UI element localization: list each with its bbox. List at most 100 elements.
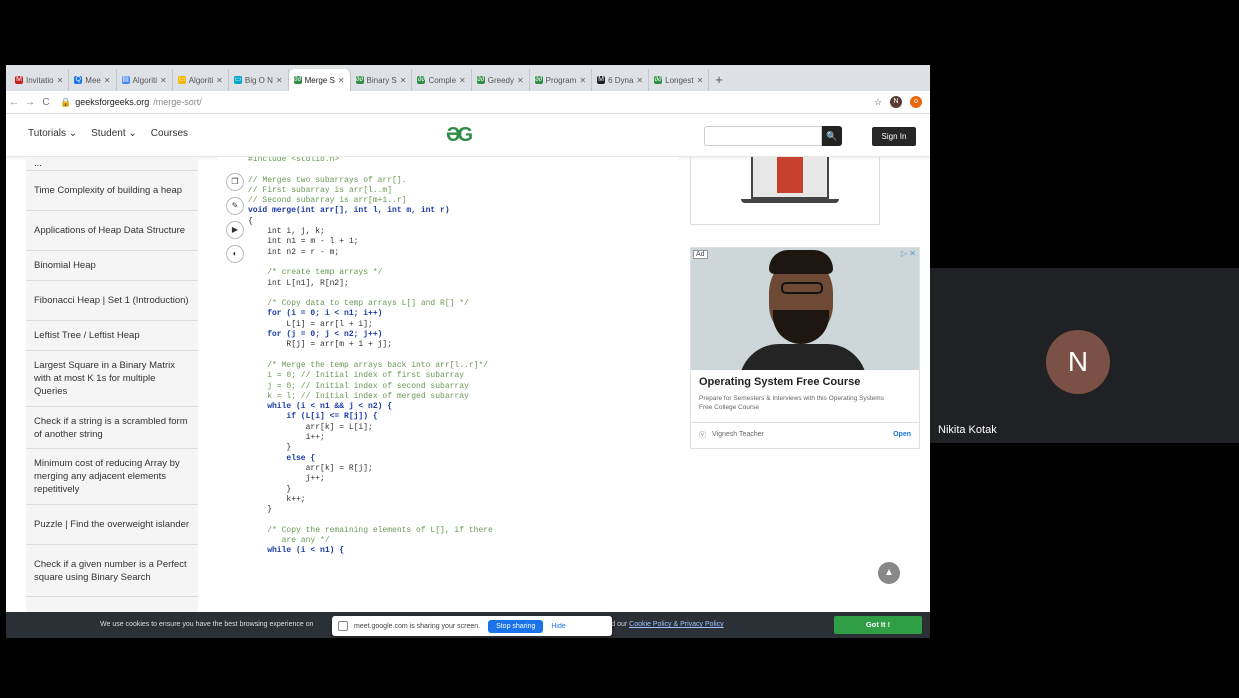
code-line: int L[n1], R[n2]; bbox=[248, 278, 349, 288]
code-line: i = 0; // Initial index of first subarra… bbox=[248, 371, 465, 381]
sidebar-item[interactable]: ... bbox=[26, 157, 198, 171]
sidebar-item[interactable]: Check if a given number is a Perfect squ… bbox=[26, 545, 198, 597]
code-line: } bbox=[248, 443, 292, 453]
theme-toggle-icon[interactable]: ◐ bbox=[226, 245, 244, 263]
tab-favicon-icon: M bbox=[15, 76, 23, 84]
browser-tab[interactable]: ∂∂ Merge S ✕ bbox=[288, 69, 351, 91]
stop-sharing-button[interactable]: Stop sharing bbox=[488, 619, 544, 633]
sidebar-item[interactable]: Binomial Heap bbox=[26, 251, 198, 281]
nav-tutorials[interactable]: Tutorials ⌄ bbox=[28, 128, 77, 139]
gfg-logo[interactable]: ƏG bbox=[446, 124, 473, 147]
tab-label: Longest bbox=[665, 75, 694, 85]
scroll-to-top-button[interactable]: ▲ bbox=[878, 562, 900, 584]
browser-tab[interactable]: ∂∂ Comple ✕ bbox=[412, 69, 472, 91]
browser-tab[interactable]: M Invitatio ✕ bbox=[10, 69, 70, 91]
sidebar-item[interactable]: Check if a string is a scrambled form of… bbox=[26, 407, 198, 449]
browser-tab[interactable]: ∂∂ Program ✕ bbox=[530, 69, 593, 91]
code-line: int i, j, k; bbox=[248, 227, 325, 237]
tab-close-icon[interactable]: ✕ bbox=[160, 76, 167, 85]
ad-title[interactable]: Operating System Free Course bbox=[699, 376, 860, 388]
copy-icon[interactable]: ❐ bbox=[226, 173, 244, 191]
code-line: // Second subarray is arr[m+1..r] bbox=[248, 196, 407, 206]
tab-close-icon[interactable]: ✕ bbox=[579, 76, 586, 85]
tab-favicon-icon: ▭ bbox=[233, 76, 242, 84]
ad-close-icon[interactable]: ▷ ✕ bbox=[901, 249, 916, 258]
extension-icon[interactable]: o bbox=[910, 96, 922, 108]
ad-image: Ad ▷ ✕ bbox=[691, 248, 919, 370]
code-block: ❐ ✎ ▶ ◐ #include <stdlib.h> // Merges tw… bbox=[218, 157, 678, 612]
profile-avatar-icon[interactable]: N bbox=[890, 96, 902, 108]
browser-tab[interactable]: M6 Dyna ✕ bbox=[592, 69, 650, 91]
browser-tab[interactable]: Q Mee ✕ bbox=[69, 69, 117, 91]
reload-icon[interactable]: C bbox=[38, 97, 54, 108]
tab-favicon-icon: M bbox=[597, 76, 606, 84]
tab-close-icon[interactable]: ✕ bbox=[57, 76, 64, 85]
share-indicator-icon bbox=[338, 621, 348, 631]
sidebar: ... Time Complexity of building a heap App… bbox=[26, 157, 198, 612]
nav-student[interactable]: Student ⌄ bbox=[91, 128, 137, 139]
sidebar-item[interactable]: Fibonacci Heap | Set 1 (Introduction) bbox=[26, 281, 198, 321]
code-line: /* Copy data to temp arrays L[] and R[] … bbox=[248, 299, 469, 309]
tab-label: Algoriti bbox=[188, 75, 214, 85]
search-input[interactable] bbox=[704, 126, 822, 146]
nav-courses[interactable]: Courses bbox=[151, 128, 188, 139]
ad-open-button[interactable]: Open bbox=[893, 431, 911, 438]
ad-footer: ⓥ Vignesh Teacher Open bbox=[691, 422, 919, 446]
edit-icon[interactable]: ✎ bbox=[226, 197, 244, 215]
code-line: } bbox=[248, 505, 273, 515]
cookie-policy-link[interactable]: Cookie Policy & Privacy Policy bbox=[629, 621, 724, 628]
browser-tab[interactable]: ▭ Big O N ✕ bbox=[229, 69, 289, 91]
cookie-policy: stood our Cookie Policy & Privacy Policy bbox=[598, 621, 724, 628]
search-icon[interactable]: 🔍 bbox=[822, 126, 842, 146]
sidebar-item[interactable]: Applications of Heap Data Structure bbox=[26, 211, 198, 251]
browser-tab[interactable]: ▭ Algoriti ✕ bbox=[173, 69, 229, 91]
tab-favicon-icon: ∂∂ bbox=[417, 76, 426, 84]
shared-screen: M Invitatio ✕ Q Mee ✕ ▤ Algoriti ✕ ▭ Algoriti ✕ ▭ Big… bbox=[6, 65, 930, 638]
browser-tab[interactable]: ▤ Algoriti ✕ bbox=[117, 69, 173, 91]
code-line: arr[k] = R[j]; bbox=[248, 463, 373, 473]
tab-favicon-icon: ∂∂ bbox=[355, 76, 364, 84]
participant-tile[interactable]: N Nikita Kotak bbox=[930, 268, 1239, 443]
code-line: L[i] = arr[l + i]; bbox=[248, 319, 373, 329]
code-line: #include <stdlib.h> bbox=[248, 157, 340, 164]
hide-button[interactable]: Hide bbox=[551, 623, 565, 630]
got-it-button[interactable]: Got It ! bbox=[834, 616, 922, 634]
sidebar-item[interactable]: Time Complexity of building a heap bbox=[26, 171, 198, 211]
sidebar-item[interactable]: Leftist Tree / Leftist Heap bbox=[26, 321, 198, 351]
laptop-base bbox=[741, 199, 839, 203]
tab-close-icon[interactable]: ✕ bbox=[459, 76, 466, 85]
tab-close-icon[interactable]: ✕ bbox=[216, 76, 223, 85]
tab-close-icon[interactable]: ✕ bbox=[697, 76, 704, 85]
run-icon[interactable]: ▶ bbox=[226, 221, 244, 239]
browser-tab[interactable]: ∂∂ Longest ✕ bbox=[649, 69, 710, 91]
tab-close-icon[interactable]: ✕ bbox=[104, 76, 111, 85]
tab-close-icon[interactable]: ✕ bbox=[400, 76, 407, 85]
back-icon[interactable]: ← bbox=[6, 97, 22, 108]
tab-favicon-icon: ∂∂ bbox=[293, 76, 302, 84]
ad-card[interactable]: Ad ▷ ✕ Operating System Free Course Prep… bbox=[690, 247, 920, 449]
code-line: /* create temp arrays */ bbox=[248, 268, 383, 278]
tab-close-icon[interactable]: ✕ bbox=[636, 76, 643, 85]
tab-close-icon[interactable]: ✕ bbox=[276, 76, 283, 85]
sign-in-button[interactable]: Sign In bbox=[872, 127, 916, 146]
tab-favicon-icon: ∂∂ bbox=[654, 76, 663, 84]
code-line: /* Merge the temp arrays back into arr[l… bbox=[248, 360, 489, 370]
sidebar-item[interactable]: Minimum cost of reducing Array by mergin… bbox=[26, 449, 198, 505]
code-line: /* Copy the remaining elements of L[], i… bbox=[248, 525, 493, 535]
browser-tab[interactable]: ∂∂ Binary S ✕ bbox=[351, 69, 413, 91]
tab-close-icon[interactable]: ✕ bbox=[517, 76, 524, 85]
code-line: while (i < n1 && j < n2) { bbox=[248, 402, 393, 412]
url-field[interactable]: 🔒 geeksforgeeks.org/merge-sort/ bbox=[60, 97, 202, 108]
forward-icon[interactable]: → bbox=[22, 97, 38, 108]
bookmark-star-icon[interactable]: ☆ bbox=[874, 97, 882, 108]
site-header: Tutorials ⌄ Student ⌄ Courses ƏG 🔍 Sign … bbox=[6, 114, 930, 157]
sidebar-item[interactable]: Puzzle | Find the overweight islander bbox=[26, 505, 198, 545]
tab-close-icon[interactable]: ✕ bbox=[338, 76, 345, 85]
tab-label: Comple bbox=[428, 75, 457, 85]
sidebar-item[interactable]: Largest Square in a Binary Matrix with a… bbox=[26, 351, 198, 407]
code-line: i++; bbox=[248, 433, 325, 443]
new-tab-button[interactable]: + bbox=[709, 69, 729, 91]
browser-tab[interactable]: ∂∂ Greedy ✕ bbox=[472, 69, 530, 91]
person-hair bbox=[769, 250, 833, 274]
code-line: { bbox=[248, 216, 253, 226]
